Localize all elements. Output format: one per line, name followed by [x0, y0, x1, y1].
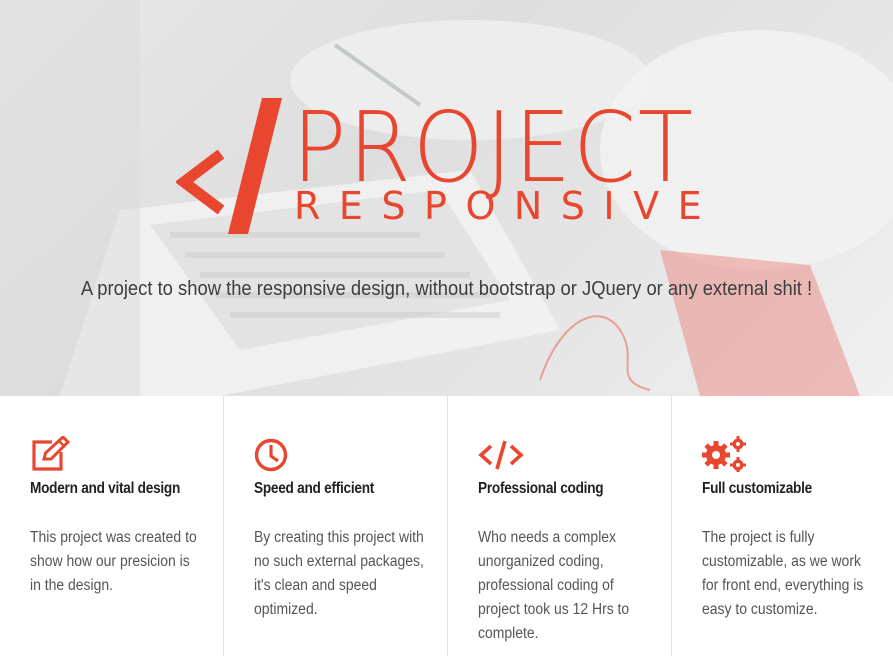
gears-icon: [702, 436, 746, 472]
project-logo: PROJECT RESPONSIVE: [176, 94, 721, 239]
feature-card: Speed and efficient By creating this pro…: [224, 396, 448, 656]
logo-title: PROJECT: [292, 91, 695, 204]
clock-icon: [254, 438, 288, 472]
code-icon: [478, 440, 524, 470]
feature-description: By creating this project with no such ex…: [254, 529, 424, 618]
feature-card: Professional coding Who needs a complex …: [448, 396, 672, 656]
feature-description: This project was created to show how our…: [30, 529, 197, 594]
features-section: Modern and vital design This project was…: [0, 396, 893, 656]
hero-section: PROJECT RESPONSIVE A project to show the…: [0, 0, 893, 396]
hero-tagline: A project to show the responsive design,…: [80, 278, 813, 300]
feature-title: Speed and efficient: [254, 480, 375, 497]
edit-icon: [32, 436, 70, 471]
feature-title: Professional coding: [478, 480, 604, 497]
feature-description: The project is fully customizable, as we…: [702, 529, 864, 618]
feature-card: Full customizable The project is fully c…: [672, 396, 893, 656]
feature-description: Who needs a complex unorganized coding, …: [478, 529, 630, 642]
feature-title: Full customizable: [702, 480, 812, 497]
code-bracket-logo-icon: [176, 98, 282, 234]
logo-subtitle: RESPONSIVE: [294, 184, 721, 228]
feature-title: Modern and vital design: [30, 480, 181, 497]
feature-card: Modern and vital design This project was…: [0, 396, 224, 656]
